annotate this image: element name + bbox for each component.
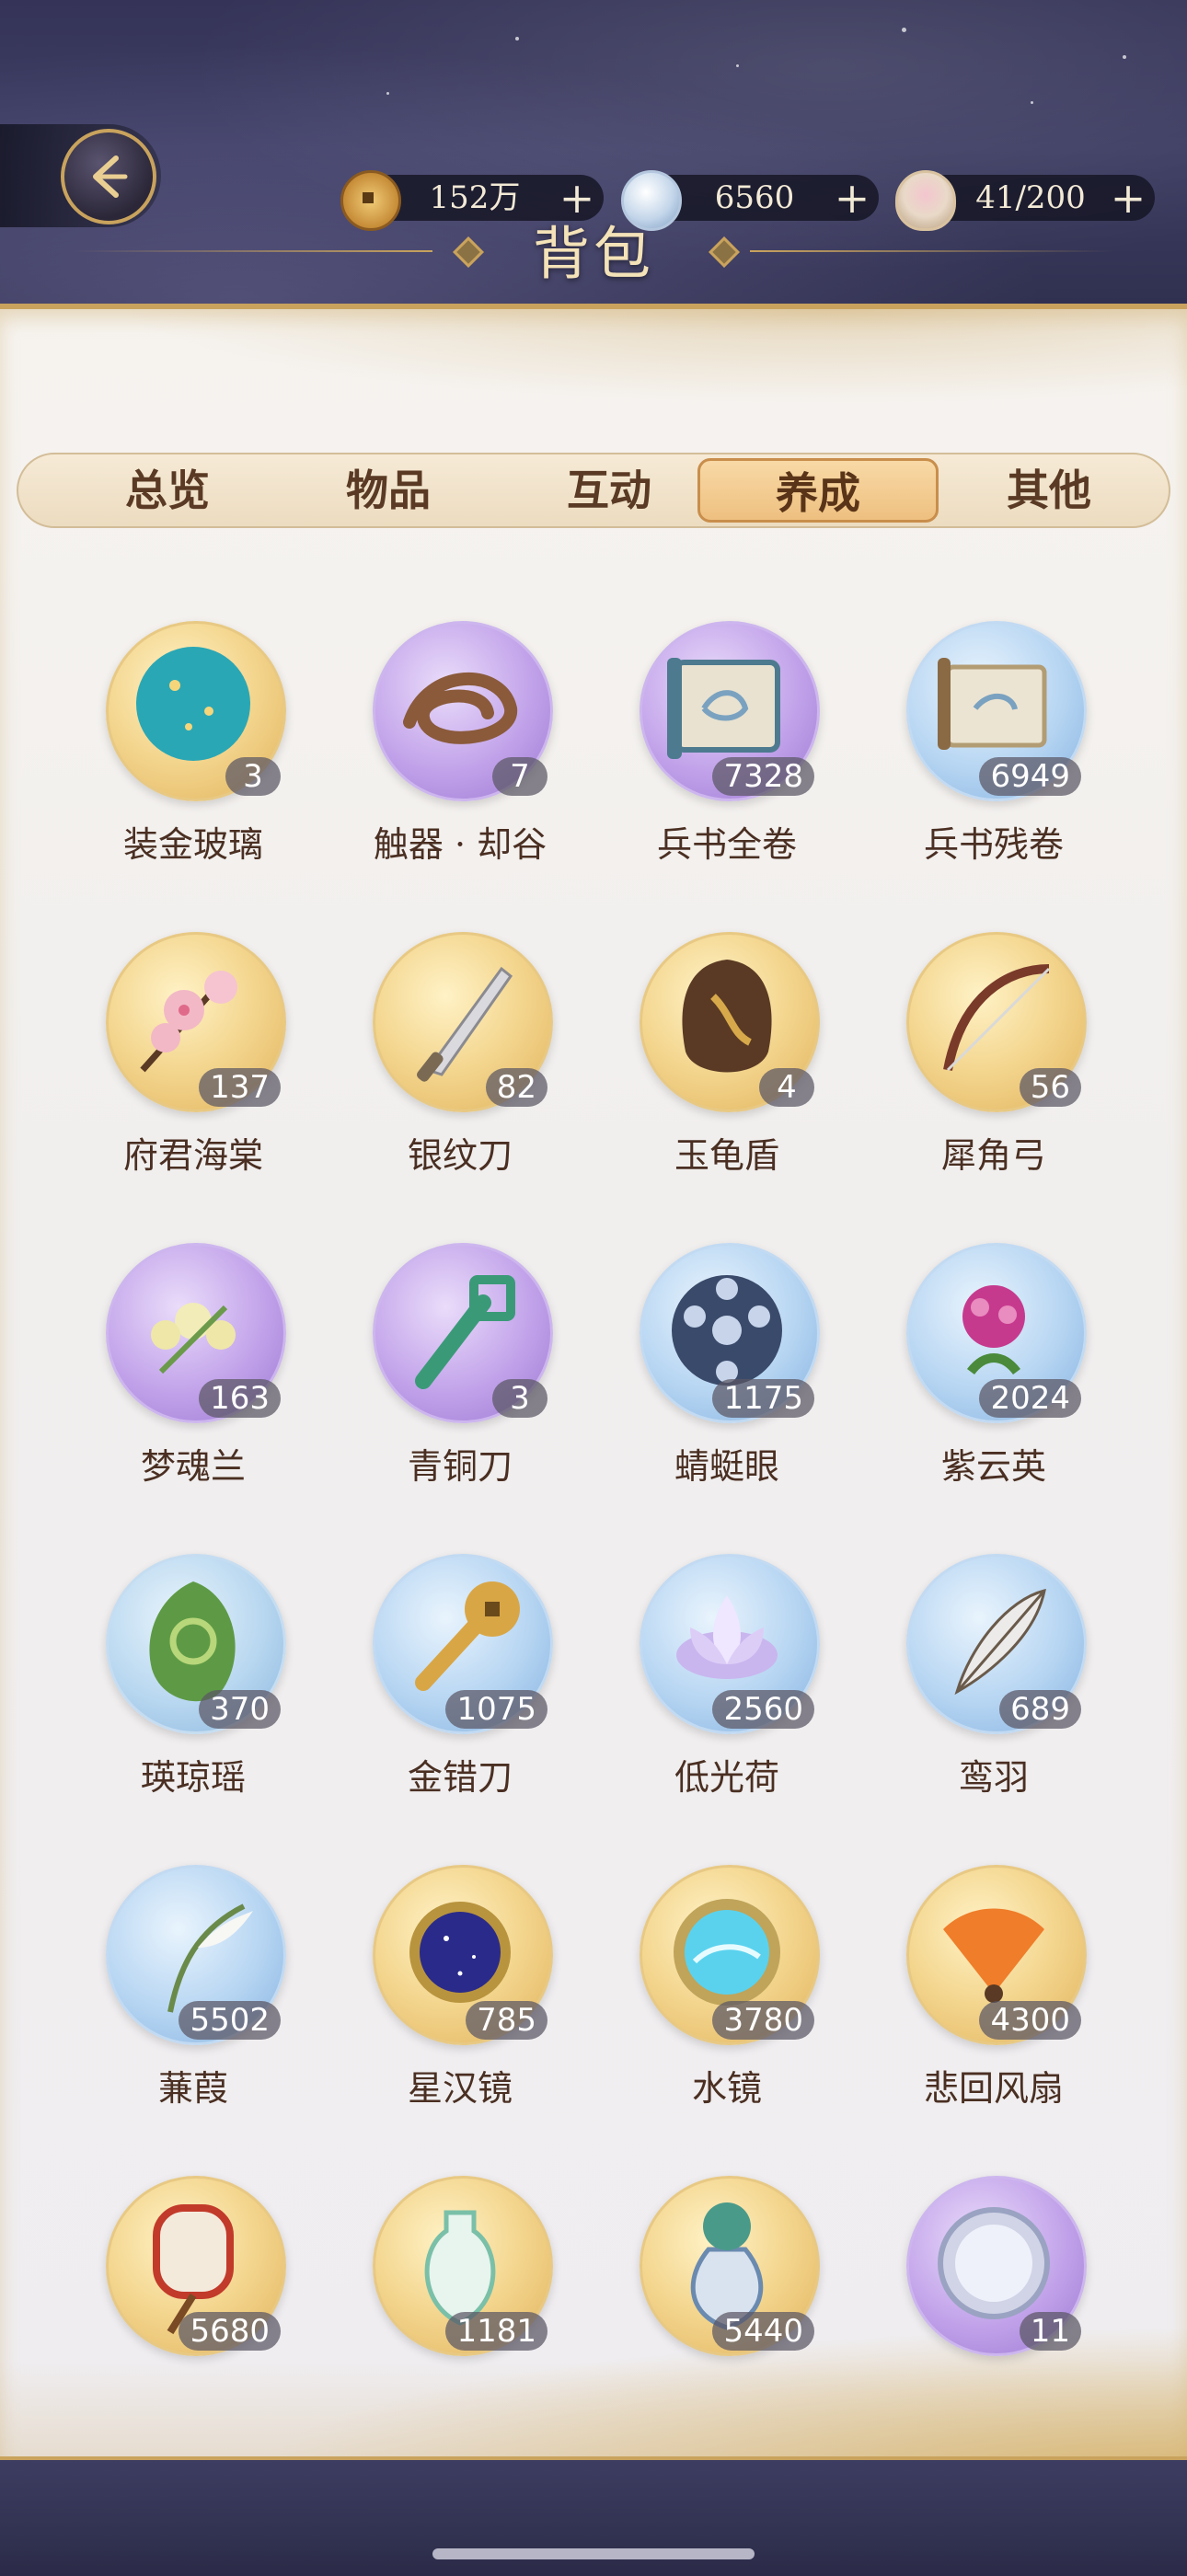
- inventory-item[interactable]: 2560 低光荷: [594, 1554, 833, 1830]
- inventory-item[interactable]: 6949 兵书残卷: [860, 621, 1100, 897]
- item-count: 2024: [979, 1379, 1081, 1418]
- tab-items[interactable]: 物品: [278, 454, 499, 526]
- item-name: 府君海棠: [122, 1135, 263, 1176]
- item-name: 梦魂兰: [140, 1446, 246, 1487]
- item-count: 3: [492, 1379, 547, 1418]
- item-name: 银纹刀: [407, 1135, 513, 1176]
- item-count: 7: [492, 757, 547, 796]
- item-name: 兵书残卷: [923, 824, 1064, 865]
- tab-cultivation[interactable]: 养成: [697, 458, 939, 523]
- item-name: 悲回风扇: [923, 2068, 1064, 2109]
- item-count: 3: [225, 757, 281, 796]
- item-count: 1181: [445, 2312, 547, 2351]
- inventory-item[interactable]: 785 星汉镜: [327, 1865, 566, 2141]
- item-count: 5502: [179, 2001, 281, 2040]
- item-count: 11: [1019, 2312, 1081, 2351]
- page-title: 背包: [532, 220, 654, 287]
- item-count: 7328: [712, 757, 814, 796]
- item-name: 玉龟盾: [674, 1135, 779, 1176]
- item-name: 鸾羽: [958, 1757, 1029, 1798]
- item-name: 犀角弓: [940, 1135, 1046, 1176]
- inventory-item[interactable]: 56 犀角弓: [860, 932, 1100, 1208]
- item-name: 星汉镜: [407, 2068, 513, 2109]
- inventory-item[interactable]: 3780 水镜: [594, 1865, 833, 2141]
- inventory-item[interactable]: 4 玉龟盾: [594, 932, 833, 1208]
- category-tabs: 总览 物品 互动 养成 其他: [17, 453, 1170, 528]
- item-name: 低光荷: [674, 1757, 779, 1798]
- item-count: 4300: [979, 2001, 1081, 2040]
- inventory-item[interactable]: 163 梦魂兰: [60, 1243, 299, 1519]
- title-divider-right: [750, 250, 1113, 252]
- item-count: 163: [199, 1379, 281, 1418]
- item-name: 兵书全卷: [656, 824, 797, 865]
- inventory-item[interactable]: 82 银纹刀: [327, 932, 566, 1208]
- item-name: 金错刀: [407, 1757, 513, 1798]
- item-count: 2560: [712, 1690, 814, 1729]
- item-count: 4: [759, 1068, 814, 1107]
- inventory-item[interactable]: 7 触器 · 却谷: [327, 621, 566, 897]
- inventory-item[interactable]: 11: [860, 2176, 1100, 2452]
- item-name: 紫云英: [940, 1446, 1046, 1487]
- inventory-item[interactable]: 4300 悲回风扇: [860, 1865, 1100, 2141]
- item-name: 蜻蜓眼: [674, 1446, 779, 1487]
- inventory-item[interactable]: 5680: [60, 2176, 299, 2452]
- item-count: 137: [199, 1068, 281, 1107]
- inventory-item[interactable]: 137 府君海棠: [60, 932, 299, 1208]
- tab-interaction[interactable]: 互动: [499, 454, 720, 526]
- item-count: 5680: [179, 2312, 281, 2351]
- item-count: 1175: [712, 1379, 814, 1418]
- inventory-item[interactable]: 7328 兵书全卷: [594, 621, 833, 897]
- inventory-item[interactable]: 5502 蒹葭: [60, 1865, 299, 2141]
- item-name: 青铜刀: [407, 1446, 513, 1487]
- inventory-item[interactable]: 3 装金玻璃: [60, 621, 299, 897]
- item-name: 触器 · 却谷: [373, 824, 547, 865]
- item-count: 6949: [979, 757, 1081, 796]
- inventory-item[interactable]: 5440: [594, 2176, 833, 2452]
- inventory-item[interactable]: 2024 紫云英: [860, 1243, 1100, 1519]
- item-count: 5440: [712, 2312, 814, 2351]
- item-count: 3780: [712, 2001, 814, 2040]
- tab-overview[interactable]: 总览: [57, 454, 278, 526]
- item-count: 370: [199, 1690, 281, 1729]
- home-indicator[interactable]: [432, 2548, 755, 2559]
- tab-other[interactable]: 其他: [939, 454, 1159, 526]
- item-count: 1075: [445, 1690, 547, 1729]
- item-count: 56: [1019, 1068, 1081, 1107]
- inventory-item[interactable]: 3 青铜刀: [327, 1243, 566, 1519]
- item-count: 785: [466, 2001, 547, 2040]
- inventory-item[interactable]: 1075 金错刀: [327, 1554, 566, 1830]
- inventory-item[interactable]: 1175 蜻蜓眼: [594, 1243, 833, 1519]
- inventory-item[interactable]: 689 鸾羽: [860, 1554, 1100, 1830]
- inventory-item[interactable]: 1181: [327, 2176, 566, 2452]
- item-name: 蒹葭: [157, 2068, 228, 2109]
- item-count: 82: [485, 1068, 547, 1107]
- inventory-item[interactable]: 370 瑛琼瑶: [60, 1554, 299, 1830]
- item-name: 瑛琼瑶: [140, 1757, 246, 1798]
- item-name: 装金玻璃: [122, 824, 263, 865]
- item-name: 水镜: [691, 2068, 762, 2109]
- back-arrow-icon: [93, 155, 128, 198]
- item-count: 689: [999, 1690, 1081, 1729]
